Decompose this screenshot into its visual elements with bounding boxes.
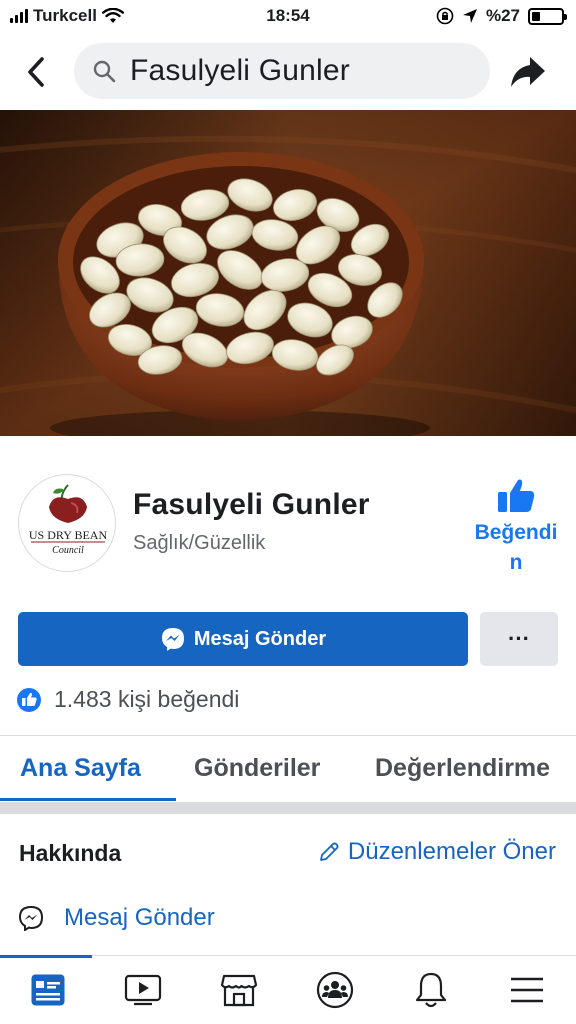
active-tab-indicator — [0, 798, 176, 801]
nav-watch[interactable] — [121, 970, 165, 1010]
search-header: Fasulyeli Gunler — [0, 36, 576, 108]
about-message-row[interactable]: Mesaj Gönder — [18, 904, 215, 932]
battery-percent: %27 — [485, 6, 520, 25]
marketplace-icon — [220, 974, 258, 1007]
cover-photo[interactable] — [0, 110, 576, 436]
logo-text-main: US DRY BEAN — [29, 528, 108, 542]
chevron-left-icon — [28, 57, 44, 87]
location-arrow-icon — [462, 9, 477, 23]
like-label-wrap: n — [509, 551, 523, 574]
like-button[interactable]: Beğendi n — [466, 476, 566, 578]
status-right: %27 — [436, 6, 567, 26]
pencil-icon — [320, 842, 339, 861]
nav-news-feed[interactable] — [26, 970, 70, 1010]
page-title: Fasulyeli Gunler — [133, 488, 370, 521]
orientation-lock-icon — [436, 7, 454, 25]
thumbs-up-icon — [498, 479, 535, 512]
bean-bowl-image — [0, 110, 576, 436]
nav-groups[interactable] — [313, 970, 357, 1010]
us-dry-bean-council-logo: US DRY BEAN Council — [29, 484, 108, 556]
notifications-bell-icon — [415, 972, 447, 1008]
battery-level — [532, 11, 540, 21]
menu-icon — [511, 977, 543, 1003]
status-bar: Turkcell 18:54 %27 — [0, 0, 576, 34]
tab-reviews[interactable]: Değerlendirme — [375, 754, 550, 783]
battery-icon — [528, 7, 567, 25]
nav-menu[interactable] — [505, 970, 549, 1010]
news-feed-icon — [31, 974, 65, 1006]
suggest-edits-label: Düzenlemeler Öner — [347, 838, 556, 865]
messenger-icon — [161, 628, 184, 651]
about-heading: Hakkında — [19, 840, 122, 866]
search-input[interactable]: Fasulyeli Gunler — [74, 43, 490, 99]
nav-active-indicator — [0, 955, 92, 958]
share-button[interactable] — [508, 52, 548, 92]
groups-icon — [316, 971, 354, 1009]
more-options-button[interactable]: ··· — [480, 612, 558, 666]
suggest-edits-link[interactable]: Düzenlemeler Öner — [318, 838, 556, 866]
more-dots-icon: ··· — [508, 626, 530, 651]
share-arrow-icon — [511, 57, 545, 87]
page-profile-picture[interactable]: US DRY BEAN Council — [18, 474, 116, 572]
tab-posts[interactable]: Gönderiler — [194, 754, 320, 783]
messenger-outline-icon — [18, 905, 44, 931]
nav-marketplace[interactable] — [217, 970, 261, 1010]
page-category[interactable]: Sağlık/Güzellik — [133, 532, 265, 555]
about-message-label: Mesaj Gönder — [64, 904, 215, 931]
logo-text-sub: Council — [52, 545, 84, 556]
likes-count-text: 1.483 kişi beğendi — [54, 686, 240, 712]
likes-summary[interactable]: 1.483 kişi beğendi — [16, 686, 239, 713]
send-message-label: Mesaj Gönder — [193, 627, 327, 650]
nav-notifications[interactable] — [409, 970, 453, 1010]
like-badge-icon — [17, 687, 41, 712]
search-query: Fasulyeli Gunler — [130, 54, 350, 87]
search-icon — [93, 60, 116, 83]
send-message-button[interactable]: Mesaj Gönder — [18, 612, 468, 666]
page-tabs: Ana Sayfa Gönderiler Değerlendirme — [0, 736, 576, 802]
back-button[interactable] — [20, 52, 52, 92]
tab-home[interactable]: Ana Sayfa — [20, 754, 141, 783]
watch-video-icon — [124, 974, 162, 1006]
like-label: Beğendi — [474, 521, 558, 544]
page-info: US DRY BEAN Council Fasulyeli Gunler Sağ… — [0, 470, 576, 590]
section-separator — [0, 802, 576, 814]
bottom-navigation — [0, 955, 576, 1024]
